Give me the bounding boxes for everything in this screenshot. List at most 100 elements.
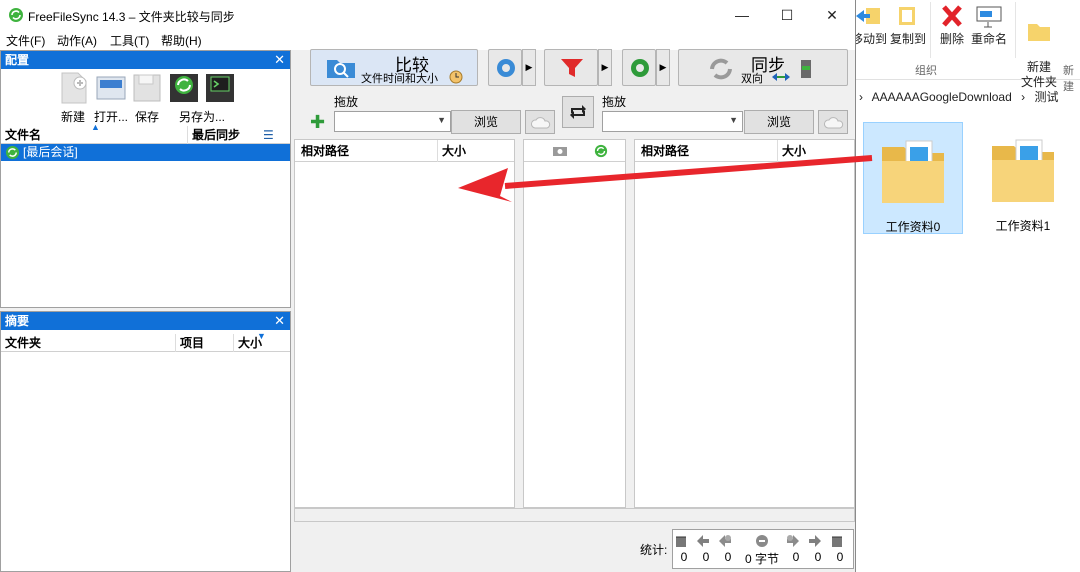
- filter-button[interactable]: [544, 49, 598, 86]
- col-folder[interactable]: 文件夹: [5, 334, 41, 352]
- left-col-relative-path[interactable]: 相对路径: [301, 140, 349, 162]
- folder-label: 工作资料1: [995, 219, 1051, 233]
- save-icon: [133, 74, 161, 102]
- minimize-button[interactable]: —: [719, 0, 765, 30]
- new-folder-button[interactable]: 新建 文件夹: [1021, 4, 1057, 90]
- stat-update-right: 0: [807, 532, 829, 564]
- two-way-arrows-icon: [772, 73, 790, 81]
- right-folder-input[interactable]: ▼: [602, 111, 743, 132]
- right-file-grid[interactable]: 相对路径 大小: [634, 139, 855, 508]
- filter-dropdown[interactable]: ▶: [598, 49, 612, 86]
- new-config-button[interactable]: 新建: [53, 71, 93, 125]
- camera-icon[interactable]: [552, 145, 568, 157]
- stat-create-left: 0: [673, 532, 695, 564]
- right-drop-label: 拖放: [602, 95, 627, 109]
- config-list-item[interactable]: [最后会话]: [1, 144, 290, 161]
- breadcrumb[interactable]: › AAAAAAGoogleDownload › 测试: [855, 86, 1080, 108]
- stat-count: 0: [792, 550, 800, 564]
- menu-action[interactable]: 动作(A): [57, 32, 97, 49]
- app-icon: [9, 8, 23, 22]
- config-panel-close-button[interactable]: ✕: [274, 51, 285, 69]
- breadcrumb-item[interactable]: AAAAAAGoogleDownload: [872, 90, 1012, 104]
- delete-label: 删除: [939, 32, 964, 46]
- cloud-icon: [824, 117, 844, 129]
- sync-icon: [5, 145, 20, 160]
- left-file-grid[interactable]: 相对路径 大小: [294, 139, 515, 508]
- col-items[interactable]: 项目: [175, 334, 204, 352]
- delete-button[interactable]: 删除: [937, 4, 967, 47]
- delete-icon: [942, 5, 962, 27]
- left-folder-input[interactable]: ▼: [334, 111, 451, 132]
- maximize-button[interactable]: ☐: [764, 0, 810, 30]
- folder-item-selected[interactable]: 工作资料0: [863, 122, 963, 234]
- left-browse-button[interactable]: 浏览: [451, 110, 521, 134]
- rename-button[interactable]: 重命名: [971, 4, 1007, 47]
- move-to-button[interactable]: 移动到: [851, 4, 887, 47]
- compare-variant-label: 文件时间和大小: [361, 73, 438, 85]
- stat-count: 0: [814, 550, 822, 564]
- copy-to-button[interactable]: 复制到: [890, 4, 926, 47]
- new-folder-label: 新建 文件夹: [1021, 60, 1058, 89]
- window-title: FreeFileSync 14.3 – 文件夹比较与同步: [28, 10, 235, 24]
- right-browse-button[interactable]: 浏览: [744, 110, 814, 134]
- config-panel: 配置 ✕ 新建 打开... 保存 另存为... 文件名 ▲ 最后同步 ☰ [最后…: [0, 50, 291, 308]
- desktop: 移动到 复制到 删除 重命名 新建 文件夹 组织 新建 › AAAAAAGoog…: [0, 0, 1080, 572]
- arrow-left-delete-icon: [719, 535, 731, 547]
- chevron-down-icon: ▼: [729, 115, 738, 125]
- cloud-icon: [531, 117, 551, 129]
- copy-to-label: 复制到: [890, 32, 927, 46]
- menu-file[interactable]: 文件(F): [6, 32, 45, 49]
- stat-count: 0: [702, 550, 710, 564]
- menu-help[interactable]: 帮助(H): [161, 32, 202, 49]
- sync-settings-dropdown[interactable]: ▶: [656, 49, 670, 86]
- stat-create-right: 0: [829, 532, 851, 564]
- left-grid-header: 相对路径 大小: [295, 140, 514, 162]
- compare-settings-dropdown[interactable]: ▶: [522, 49, 536, 86]
- synchronize-button[interactable]: 同步 双向: [678, 49, 848, 86]
- move-to-label: 移动到: [851, 32, 888, 46]
- add-folder-pair-icon[interactable]: ✚: [310, 113, 325, 131]
- compare-button[interactable]: 比较 文件时间和大小: [310, 49, 478, 86]
- swap-icon: [570, 105, 586, 119]
- save-config-button[interactable]: 保存: [127, 71, 167, 125]
- summary-list-header: 文件夹 项目 大小 ▼: [1, 331, 290, 352]
- summary-panel-close-button[interactable]: ✕: [274, 312, 285, 330]
- file-explorer-window: 移动到 复制到 删除 重命名 新建 文件夹 组织 新建 › AAAAAAGoog…: [851, 0, 1080, 572]
- right-col-size[interactable]: 大小: [777, 140, 806, 162]
- right-cloud-button[interactable]: [818, 110, 848, 134]
- compare-settings-button[interactable]: [488, 49, 522, 86]
- breadcrumb-item[interactable]: 测试: [1034, 90, 1058, 104]
- title-bar[interactable]: FreeFileSync 14.3 – 文件夹比较与同步 — ☐ ✕: [0, 0, 855, 30]
- middle-action-grid[interactable]: [523, 139, 626, 508]
- save-batch-icon: [206, 74, 234, 102]
- save-as-config-button[interactable]: 另存为...: [165, 71, 239, 125]
- gear-icon: [497, 59, 515, 77]
- arrow-left-icon: [697, 535, 709, 547]
- status-bar: 统计: 0 0 0 0 字节 0 0 0: [292, 524, 855, 572]
- save-as-icons: [165, 71, 239, 108]
- folder-item[interactable]: 工作资料1: [973, 122, 1073, 234]
- right-col-relative-path[interactable]: 相对路径: [641, 140, 689, 162]
- breadcrumb-chevron-icon: ›: [1021, 90, 1026, 104]
- ribbon-separator: [1015, 2, 1016, 58]
- database-icon: [801, 60, 811, 78]
- swap-sides-button[interactable]: [562, 96, 594, 128]
- sort-descending-icon: ▼: [257, 331, 266, 341]
- left-cloud-button[interactable]: [525, 110, 555, 134]
- folder-icon: [882, 140, 944, 203]
- horizontal-scrollbar[interactable]: [294, 508, 855, 522]
- explorer-ribbon: 移动到 复制到 删除 重命名 新建 文件夹 组织 新建: [851, 0, 1080, 93]
- menu-tools[interactable]: 工具(T): [110, 32, 149, 49]
- close-button[interactable]: ✕: [809, 0, 855, 30]
- col-last-sync[interactable]: 最后同步: [187, 126, 240, 144]
- sync-action-icon[interactable]: [594, 144, 608, 158]
- col-file-name[interactable]: 文件名: [5, 126, 41, 144]
- right-grid-header: 相对路径 大小: [635, 140, 854, 162]
- config-panel-title: 配置: [5, 53, 30, 67]
- left-drop-label: 拖放: [334, 95, 359, 109]
- column-settings-icon[interactable]: ☰: [263, 126, 274, 144]
- left-col-size[interactable]: 大小: [437, 140, 466, 162]
- sync-settings-button[interactable]: [622, 49, 656, 86]
- sync-variant-label: 双向: [741, 73, 763, 85]
- folder-label: 工作资料0: [885, 220, 941, 234]
